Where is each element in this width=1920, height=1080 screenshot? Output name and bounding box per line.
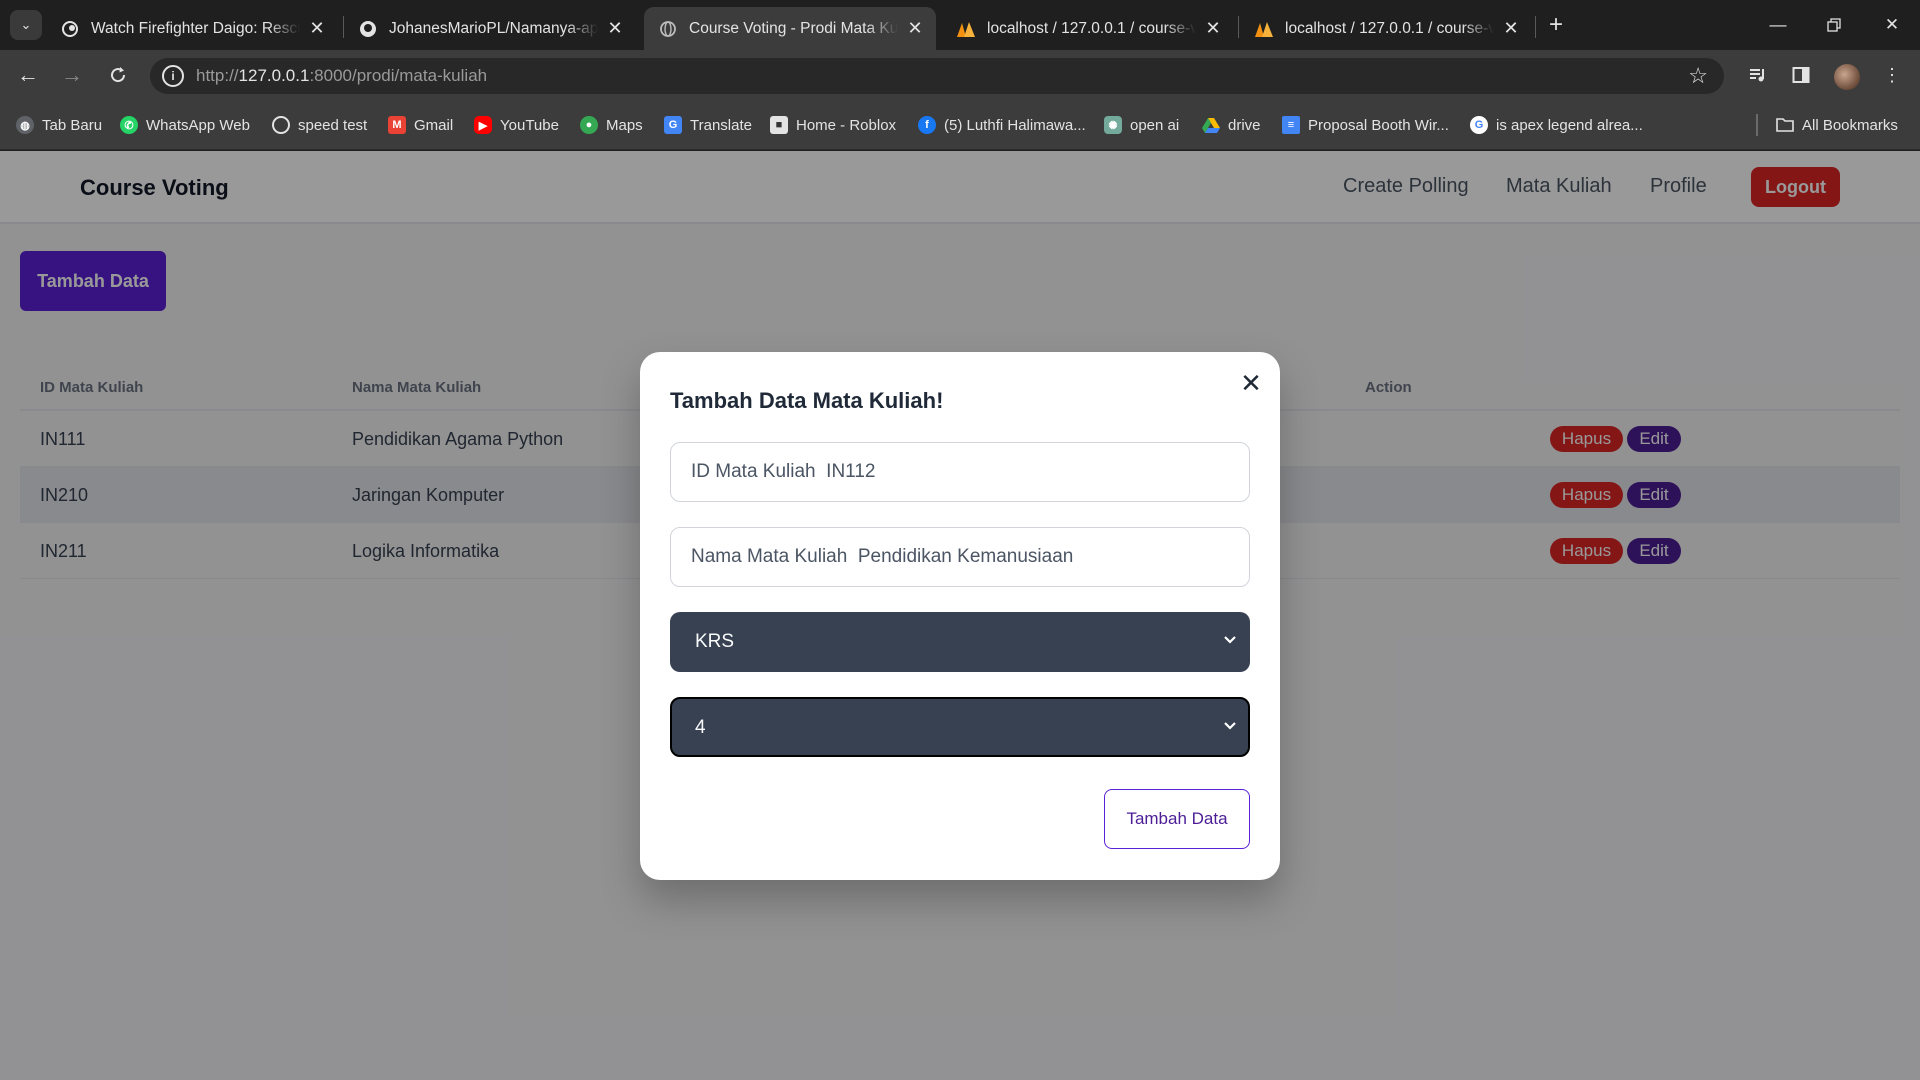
profile-avatar[interactable] (1834, 64, 1860, 90)
phpmyadmin-icon (1254, 19, 1274, 39)
bookmark-item[interactable]: ● Maps (580, 114, 643, 136)
tab-search-chevron-icon[interactable]: ⌄ (10, 10, 42, 40)
url-text: http://127.0.0.1:8000/prodi/mata-kuliah (196, 66, 488, 85)
maps-pin-icon: ● (580, 116, 598, 134)
roblox-icon: ■ (770, 116, 788, 134)
close-icon[interactable]: ✕ (308, 18, 326, 39)
submit-add-data-button[interactable]: Tambah Data (1104, 789, 1250, 849)
minimize-icon[interactable]: — (1758, 10, 1798, 40)
drive-icon (1202, 116, 1220, 134)
bookmark-star-icon[interactable]: ☆ (1688, 63, 1708, 89)
web-page: Course Voting Create Polling Mata Kuliah… (0, 151, 1920, 1080)
translate-icon: G (664, 116, 682, 134)
new-tab-plus-icon[interactable]: + (1542, 12, 1570, 38)
course-id-field[interactable] (670, 442, 1250, 502)
bookmark-item[interactable]: G Translate (664, 114, 752, 136)
restore-icon[interactable] (1814, 10, 1854, 40)
tab-title: localhost / 127.0.0.1 / course-vo (987, 19, 1196, 37)
bookmark-item[interactable]: Gis apex legend alrea... (1470, 114, 1643, 136)
more-menu-icon[interactable]: ⋮ (1878, 62, 1906, 88)
tab-phpmyadmin-1[interactable]: localhost / 127.0.0.1 / course-vo ✕ (942, 7, 1234, 50)
site-info-icon[interactable]: i (162, 65, 184, 87)
tab-title: Watch Firefighter Daigo: Rescue (91, 19, 300, 37)
bookmark-item[interactable]: ✆ WhatsApp Web (120, 114, 250, 136)
reload-icon[interactable] (102, 60, 134, 90)
speedometer-icon (272, 116, 290, 134)
side-panel-icon[interactable] (1787, 62, 1815, 88)
close-icon[interactable]: ✕ (606, 18, 624, 39)
add-course-modal: Tambah Data Mata Kuliah! ✕ KRS 4 Tambah … (640, 352, 1280, 880)
tab-github[interactable]: JohanesMarioPL/Namanya-apa ✕ (344, 7, 636, 50)
course-name-field[interactable] (670, 527, 1250, 587)
tab-crunchyroll[interactable]: Watch Firefighter Daigo: Rescue ✕ (46, 7, 338, 50)
type-select-value: KRS (695, 631, 735, 652)
address-bar[interactable]: i http://127.0.0.1:8000/prodi/mata-kulia… (150, 58, 1724, 94)
close-icon[interactable]: ✕ (1204, 18, 1222, 39)
type-select[interactable]: KRS (670, 612, 1250, 672)
all-bookmarks[interactable]: All Bookmarks (1776, 114, 1898, 136)
close-icon[interactable]: ✕ (1502, 18, 1520, 39)
semester-select[interactable]: 4 (670, 697, 1250, 757)
bookmark-item[interactable]: f (5) Luthfi Halimawa... (918, 114, 1086, 136)
tab-course-voting[interactable]: Course Voting - Prodi Mata Kuli ✕ (644, 7, 936, 50)
crunchyroll-icon (60, 19, 80, 39)
gmail-icon: M (388, 116, 406, 134)
close-icon[interactable]: ✕ (1236, 368, 1266, 398)
whatsapp-icon: ✆ (120, 116, 138, 134)
github-icon (358, 19, 378, 39)
globe-icon: ◍ (16, 116, 34, 134)
globe-icon (658, 19, 678, 39)
google-icon: G (1470, 116, 1488, 134)
course-id-input[interactable] (691, 443, 1231, 501)
back-arrow-icon[interactable]: ← (12, 60, 44, 90)
youtube-icon: ▶ (474, 116, 492, 134)
bookmark-item[interactable]: ✺ open ai (1104, 114, 1179, 136)
tab-title: Course Voting - Prodi Mata Kuli (689, 19, 898, 37)
bookmarks-separator (1756, 114, 1758, 136)
semester-select-value: 4 (695, 717, 706, 738)
browser-toolbar: ← → i http://127.0.0.1:8000/prodi/mata-k… (0, 50, 1920, 100)
forward-arrow-icon[interactable]: → (56, 60, 88, 90)
chevron-down-icon (1218, 628, 1242, 652)
bookmark-item[interactable]: speed test (272, 114, 367, 136)
phpmyadmin-icon (956, 19, 976, 39)
facebook-icon: f (918, 116, 936, 134)
tab-title: localhost / 127.0.0.1 / course-vo (1285, 19, 1494, 37)
bookmark-item[interactable]: M Gmail (388, 114, 453, 136)
tab-title: JohanesMarioPL/Namanya-apa (389, 19, 598, 37)
modal-title: Tambah Data Mata Kuliah! (670, 388, 944, 413)
bookmark-item[interactable]: ▶ YouTube (474, 114, 559, 136)
bookmarks-bar: ◍ Tab Baru ✆ WhatsApp Web speed test M Gmai… (0, 100, 1920, 150)
tab-separator (1535, 16, 1536, 38)
tab-separator (1238, 16, 1239, 38)
bookmark-item[interactable]: drive (1202, 114, 1261, 136)
bookmark-item[interactable]: ≡ Proposal Booth Wir... (1282, 114, 1449, 136)
bookmark-item[interactable]: ■ Home - Roblox (770, 114, 896, 136)
folder-icon (1776, 116, 1794, 134)
bookmark-item[interactable]: ◍ Tab Baru (16, 114, 102, 136)
media-queue-icon[interactable] (1744, 62, 1772, 88)
browser-tab-strip: ⌄ Watch Firefighter Daigo: Rescue ✕ Joha… (0, 0, 1920, 50)
openai-icon: ✺ (1104, 116, 1122, 134)
window-close-icon[interactable]: ✕ (1872, 10, 1912, 40)
course-name-input[interactable] (691, 528, 1231, 586)
close-icon[interactable]: ✕ (906, 18, 924, 39)
chevron-down-icon (1218, 714, 1242, 738)
tab-phpmyadmin-2[interactable]: localhost / 127.0.0.1 / course-vo ✕ (1240, 7, 1532, 50)
docs-icon: ≡ (1282, 116, 1300, 134)
